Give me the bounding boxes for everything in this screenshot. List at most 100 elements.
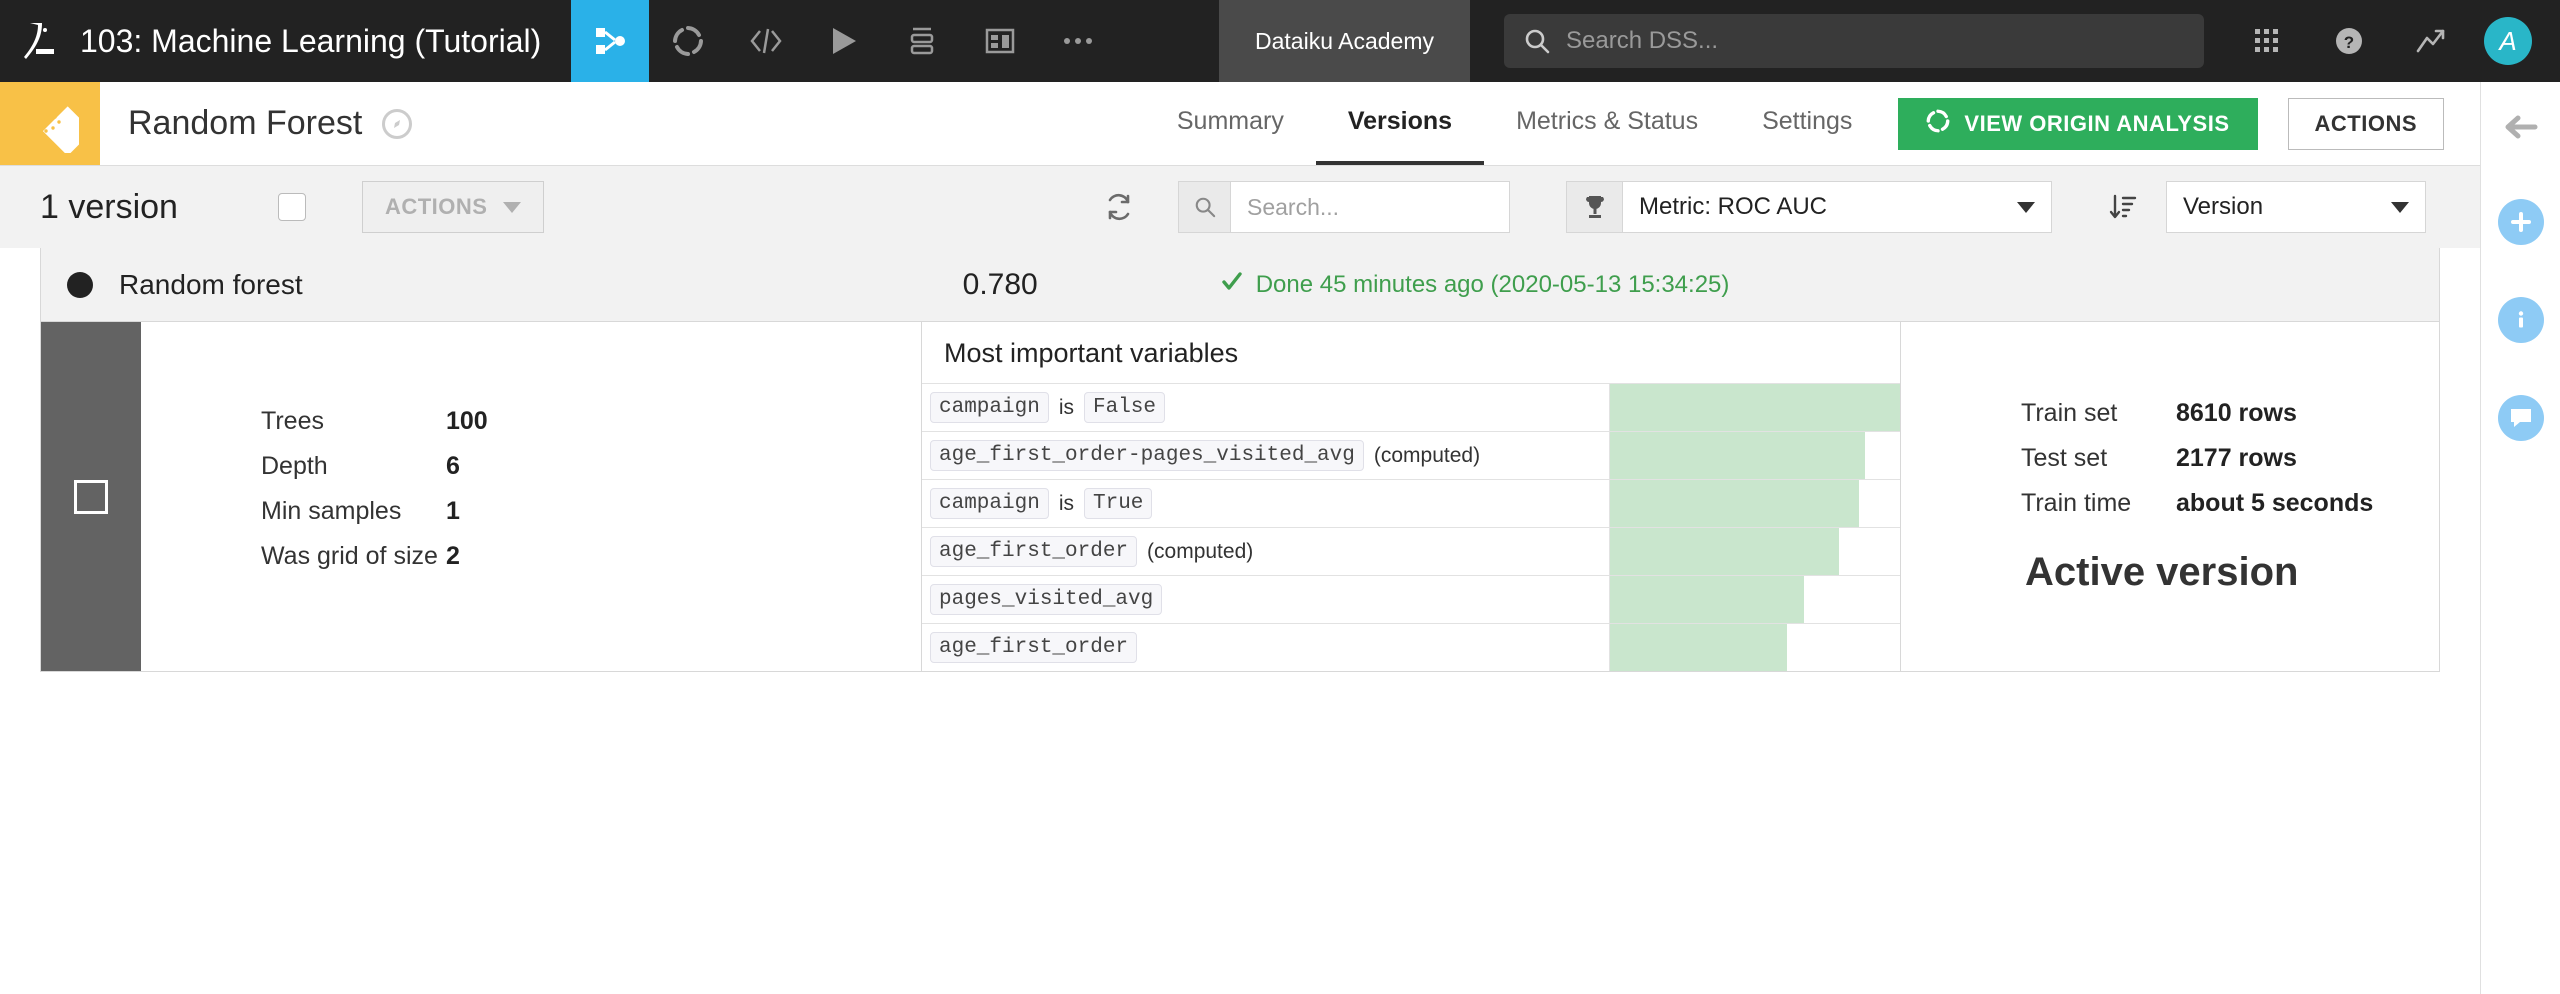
variable-operator: is (1058, 395, 1074, 419)
version-card-header[interactable]: Random forest 0.780 Done 45 minutes ago … (41, 248, 2439, 322)
model-parameters: Trees 100 Depth 6 Min samples 1 Was grid… (141, 322, 921, 671)
versions-content: Random forest 0.780 Done 45 minutes ago … (0, 248, 2480, 672)
lab-icon[interactable] (649, 0, 727, 82)
sort-by-select[interactable]: Version (2166, 181, 2426, 233)
stat-label: Test set (2021, 443, 2108, 472)
bulk-actions-dropdown[interactable]: ACTIONS (361, 181, 545, 233)
view-origin-analysis-label: VIEW ORIGIN ANALYSIS (1964, 110, 2230, 136)
metric-score: 0.780 (962, 267, 1038, 301)
tab-versions[interactable]: Versions (1315, 82, 1485, 165)
status-text: Done 45 minutes ago (2020-05-13 15:34:25… (1255, 270, 1730, 298)
parameter-value: 6 (446, 451, 460, 480)
run-job-icon[interactable] (805, 0, 883, 82)
algorithm-name: Random forest (119, 268, 303, 300)
tab-metrics-status[interactable]: Metrics & Status (1484, 82, 1730, 165)
variable-row: age_first_order (computed) (922, 527, 1900, 575)
variable-label: age_first_order (computed) (922, 528, 1610, 575)
info-icon[interactable] (2497, 297, 2544, 343)
dataiku-bird-logo[interactable] (0, 0, 80, 82)
search-input[interactable] (1566, 27, 2184, 55)
versions-search[interactable] (1178, 181, 1510, 233)
view-origin-analysis-button[interactable]: VIEW ORIGIN ANALYSIS (1898, 97, 2258, 150)
project-title[interactable]: 103: Machine Learning (Tutorial) (80, 0, 571, 82)
more-options-icon[interactable] (1039, 0, 1117, 82)
importance-bar (1610, 384, 1900, 431)
stat-label: Train time (2021, 488, 2132, 517)
stat-row: Test set 2177 rows (2021, 444, 2439, 489)
trending-icon[interactable] (2390, 0, 2472, 82)
metric-select-value: Metric: ROC AUC (1639, 193, 1828, 220)
chevron-down-icon (2017, 201, 2035, 213)
status-dot-icon (67, 271, 93, 298)
metric-selector[interactable]: Metric: ROC AUC (1566, 181, 2052, 233)
variable-label: age_first_order-pages_visited_avg (compu… (922, 432, 1610, 479)
importance-bar (1610, 432, 1866, 479)
stat-label: Train set (2021, 398, 2118, 427)
actions-button[interactable]: ACTIONS (2287, 97, 2444, 150)
parameter-value: 2 (446, 541, 460, 570)
parameter-label: Min samples (261, 496, 402, 525)
row-checkbox[interactable] (74, 479, 108, 514)
variable-label: age_first_order (922, 624, 1610, 671)
variable-label: campaign is True (922, 480, 1610, 527)
toolbar-right-group: Metric: ROC AUC Version (1104, 181, 2440, 233)
svg-text:?: ? (2344, 33, 2354, 52)
help-icon[interactable]: ? (2308, 0, 2390, 82)
saved-model-icon (0, 82, 100, 165)
app-window: 103: Machine Learning (Tutorial) Dataiku… (0, 0, 2560, 994)
tab-summary[interactable]: Summary (1145, 82, 1316, 165)
search-icon (1524, 28, 1550, 54)
flow-icon[interactable] (571, 0, 650, 82)
variable-row: pages_visited_avg (922, 575, 1900, 623)
account-label[interactable]: Dataiku Academy (1219, 0, 1470, 82)
parameter-label: Was grid of size (261, 541, 438, 570)
variable-operator: is (1058, 491, 1074, 515)
refresh-icon[interactable] (1104, 192, 1134, 222)
chevron-down-icon (503, 201, 522, 213)
stat-row: Train set 8610 rows (2021, 399, 2439, 444)
code-icon[interactable] (727, 0, 805, 82)
apps-grid-icon[interactable] (2226, 0, 2308, 82)
variables-title: Most important variables (944, 338, 1239, 368)
variable-suffix: (computed) (1147, 539, 1254, 563)
stat-row: Train time about 5 seconds (2021, 489, 2439, 534)
status-badge: Done 45 minutes ago (2020-05-13 15:34:25… (1220, 269, 1730, 300)
lab-icon (1926, 109, 1950, 139)
global-search[interactable] (1504, 14, 2204, 68)
variable-label: pages_visited_avg (922, 576, 1610, 623)
importance-bar-cell (1610, 432, 1900, 479)
variable-pill: age_first_order (930, 632, 1138, 663)
importance-bar (1610, 528, 1840, 575)
metric-select-box[interactable]: Metric: ROC AUC (1622, 181, 2052, 233)
automation-icon[interactable] (883, 0, 961, 82)
most-important-variables: Most important variables campaign is Fal… (921, 322, 1901, 671)
versions-toolbar: 1 version ACTIONS Search... Metric: ROC … (0, 166, 2480, 248)
model-header-bar: Random Forest Summary Versions Metrics &… (0, 82, 2480, 166)
versions-search-input[interactable] (1230, 181, 1510, 233)
parameter-label: Depth (261, 451, 328, 480)
avatar[interactable]: A (2484, 17, 2532, 65)
sort-icon[interactable] (2108, 192, 2138, 222)
chevron-down-icon (2391, 201, 2409, 213)
top-nav-icon-group (571, 0, 1117, 82)
select-all-checkbox[interactable] (277, 193, 306, 221)
training-stats: Train set 8610 rows Test set 2177 rows T… (1901, 322, 2439, 671)
importance-bar-cell (1610, 384, 1900, 431)
collapse-left-icon[interactable] (2503, 112, 2539, 147)
version-card: Random forest 0.780 Done 45 minutes ago … (40, 248, 2440, 672)
right-sidebar (2480, 82, 2560, 994)
version-count-label: 1 version (40, 187, 178, 226)
discussions-icon[interactable] (2497, 395, 2544, 441)
row-selection-column[interactable] (41, 322, 141, 671)
importance-bar-cell (1610, 480, 1900, 527)
tab-settings[interactable]: Settings (1730, 82, 1884, 165)
variable-row: campaign is True (922, 479, 1900, 527)
version-card-body: Trees 100 Depth 6 Min samples 1 Was grid… (41, 322, 2439, 671)
active-version-label: Active version (2025, 549, 2299, 594)
parameter-value: 1 (446, 496, 460, 525)
model-name-text: Random Forest (128, 104, 363, 142)
dashboard-icon[interactable] (961, 0, 1039, 82)
parameter-row: Min samples 1 (261, 497, 921, 542)
variable-pill: age_first_order (930, 536, 1138, 567)
add-icon[interactable] (2497, 199, 2544, 245)
